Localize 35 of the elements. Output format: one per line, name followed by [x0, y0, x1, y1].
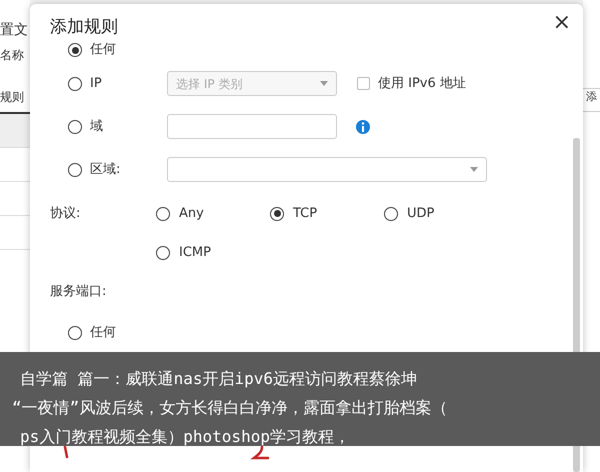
- dialog-title: 添加规则: [50, 16, 118, 38]
- section-label: 协议:: [50, 204, 82, 223]
- radio-button[interactable]: [270, 206, 284, 220]
- radio-button[interactable]: [68, 120, 82, 134]
- table-header-row: [0, 114, 30, 148]
- caption-line: “一夜情”风波后续，女方长得白白净净，露面拿出打胎档案（: [12, 397, 448, 419]
- caption-line: ps入门教程视频全集）photoshop学习教程，: [20, 426, 350, 448]
- field-label: 名称: [0, 47, 25, 64]
- radio-button[interactable]: [384, 206, 398, 220]
- radio-button[interactable]: [68, 76, 82, 90]
- radio-button[interactable]: [68, 43, 82, 57]
- handwritten-mark-drawing: [64, 446, 68, 458]
- domain-input-field[interactable]: [167, 114, 337, 139]
- radio-button[interactable]: [156, 206, 170, 220]
- radio-option[interactable]: 任何: [68, 40, 167, 60]
- close-button[interactable]: ×: [552, 12, 571, 34]
- radio-option[interactable]: TCP: [270, 204, 384, 224]
- radio-option[interactable]: UDP: [384, 204, 498, 224]
- radio-button[interactable]: [68, 162, 82, 176]
- radio-option[interactable]: ICMP: [156, 242, 270, 262]
- radio-option[interactable]: 域: [68, 116, 167, 136]
- handwritten-mark-drawing: [252, 446, 270, 460]
- radio-option[interactable]: IP: [68, 74, 167, 94]
- caption-line: 自学篇 篇一：威联通nas开启ipv6远程访问教程蔡徐坤: [20, 368, 418, 390]
- page-title: 置文: [0, 21, 29, 40]
- radio-option[interactable]: Any: [156, 204, 270, 224]
- checkbox[interactable]: [357, 77, 370, 90]
- tab[interactable]: 添: [583, 88, 600, 112]
- radio-button[interactable]: [68, 326, 82, 340]
- checkbox-label: 使用 IPv6 地址: [378, 74, 466, 93]
- section-label: 服务端口:: [50, 283, 106, 302]
- info-icon[interactable]: [356, 120, 370, 134]
- radio-option[interactable]: 任何: [68, 322, 200, 342]
- radio-option[interactable]: 区域:: [68, 160, 167, 180]
- radio-button[interactable]: [156, 246, 170, 260]
